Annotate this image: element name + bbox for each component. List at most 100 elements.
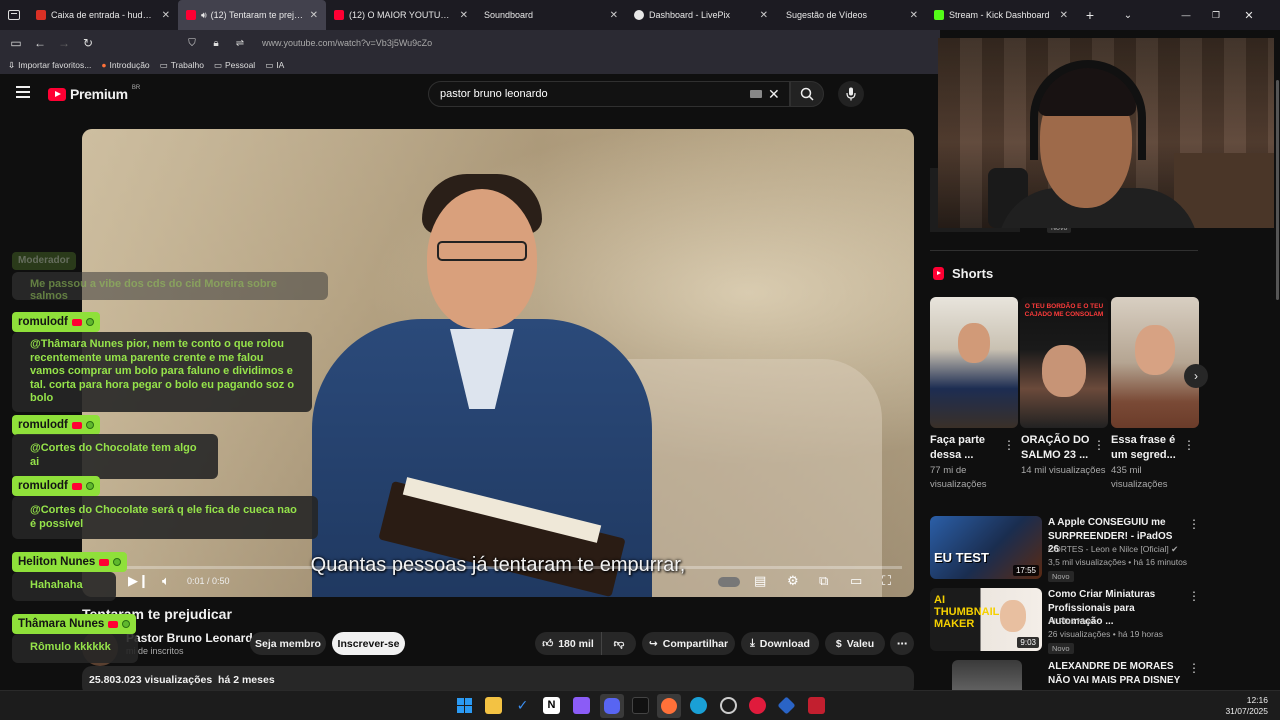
next-icon[interactable]: ▶︎❙	[128, 573, 149, 589]
browser-tab[interactable]: Dashboard - LivePix ✕	[626, 0, 776, 30]
video-meta: 26 visualizações • há 19 horas	[1048, 629, 1163, 639]
close-tab-icon[interactable]: ✕	[162, 10, 170, 21]
edge-icon[interactable]	[690, 697, 707, 714]
short-thumbnail[interactable]: O TEU BORDÃO E O TEU CAJADO ME CONSOLAM	[1020, 297, 1108, 428]
video-thumbnail[interactable]	[952, 660, 1022, 690]
short-thumbnail[interactable]	[1111, 297, 1199, 428]
join-button[interactable]: Seja membro	[250, 632, 326, 655]
close-tab-icon[interactable]: ✕	[610, 10, 618, 21]
keyboard-icon[interactable]	[750, 90, 762, 98]
menu-icon[interactable]	[16, 86, 30, 98]
close-tab-icon[interactable]: ✕	[460, 10, 468, 21]
opera-icon[interactable]	[749, 697, 766, 714]
fullscreen-icon[interactable]: ⛶	[882, 573, 891, 589]
obsidian-icon[interactable]	[573, 697, 590, 714]
sidebar-toggle-icon[interactable]: ▭	[4, 36, 28, 50]
window-close-button[interactable]: ✕	[1232, 0, 1266, 30]
bookmark-intro[interactable]: ● Introdução	[101, 60, 149, 70]
app-icon[interactable]	[777, 696, 796, 715]
share-button[interactable]: ↪ Compartilhar	[642, 632, 735, 655]
dislike-button[interactable]: 👎︎	[601, 632, 636, 655]
minimize-button[interactable]: —	[1172, 0, 1200, 30]
download-button[interactable]: ⤓ Download	[741, 632, 819, 655]
close-tab-icon[interactable]: ✕	[760, 10, 768, 21]
search-input[interactable]: pastor bruno leonardo	[428, 81, 790, 107]
captions-icon[interactable]: ▤	[754, 573, 766, 589]
maximize-button[interactable]: ❐	[1200, 0, 1232, 30]
firefox-taskbar-button[interactable]	[657, 694, 681, 718]
shorts-next-button[interactable]: ›	[1184, 364, 1208, 388]
short-title[interactable]: Faça parte dessa ...	[930, 433, 1004, 463]
notion-icon[interactable]: N	[543, 697, 560, 714]
discord-taskbar-button[interactable]	[600, 694, 624, 718]
more-vertical-icon[interactable]: ⋮	[1183, 438, 1195, 452]
youtube-badge-icon	[108, 620, 119, 628]
short-title[interactable]: Essa frase é um segred...	[1111, 433, 1185, 463]
page-scrollbar[interactable]	[1276, 80, 1279, 300]
recommended-video[interactable]: ALEXANDRE DE MORAES NÃO VAI MAIS PRA DIS…	[930, 660, 1198, 690]
settings-gear-icon[interactable]: ⚙︎	[787, 573, 799, 589]
volume-icon[interactable]: 🔈︎	[162, 573, 170, 589]
tab-overflow-button[interactable]: ⌄	[1104, 0, 1152, 30]
recommended-video[interactable]: EU TEST 17:55 A Apple CONSEGUIU me SURPR…	[930, 516, 1200, 584]
short-thumbnail[interactable]	[930, 297, 1018, 428]
shield-icon[interactable]: ⛉	[180, 38, 204, 49]
reload-icon[interactable]: ↻	[76, 36, 100, 50]
voice-search-button[interactable]	[838, 81, 864, 107]
video-thumbnail[interactable]: AI THUMBNAIL MAKER 9:03	[930, 588, 1042, 651]
more-vertical-icon[interactable]: ⋮	[1003, 438, 1015, 452]
url-field[interactable]: www.youtube.com/watch?v=Vb3j5Wu9cZo	[262, 38, 432, 48]
calendar-icon[interactable]	[808, 697, 825, 714]
subscribe-button[interactable]: Inscrever-se	[332, 632, 405, 655]
short-face	[958, 323, 990, 363]
search-button[interactable]	[790, 81, 824, 107]
browser-tab[interactable]: Soundboard ✕	[476, 0, 626, 30]
autoplay-toggle[interactable]	[718, 577, 740, 587]
file-explorer-icon[interactable]	[485, 697, 502, 714]
browser-tab[interactable]: Sugestão de Vídeos ✕	[776, 0, 926, 30]
youtube-icon	[186, 10, 196, 20]
browser-tab[interactable]: Stream - Kick Dashboard ✕	[926, 0, 1076, 30]
clock-date: 31/07/2025	[1225, 706, 1268, 716]
recommended-video[interactable]: AI THUMBNAIL MAKER 9:03 Como Criar Minia…	[930, 588, 1200, 656]
miniplayer-icon[interactable]: ⧉	[819, 573, 828, 589]
more-vertical-icon[interactable]: ⋮	[1093, 438, 1105, 452]
close-tab-icon[interactable]: ✕	[1060, 10, 1068, 21]
bookmark-folder-work[interactable]: ▭ Trabalho	[160, 60, 204, 71]
forward-arrow-icon[interactable]: →	[52, 36, 76, 50]
more-vertical-icon[interactable]: ⋮	[1188, 589, 1200, 603]
browser-tab-active[interactable]: 🔊︎ (12) Tentaram te prejudicar ✕	[178, 0, 326, 30]
browser-tab[interactable]: Caixa de entrada - hudsonfabio ✕	[28, 0, 178, 30]
youtube-logo[interactable]: Premium BR	[48, 85, 140, 102]
more-vertical-icon[interactable]: ⋮	[1188, 661, 1198, 675]
channel-name[interactable]: AI Plus More	[1048, 616, 1097, 626]
browser-tab[interactable]: (12) O MAIOR YOUTUBER DO P ✕	[326, 0, 476, 30]
system-clock[interactable]: 12:16 31/07/2025	[1225, 695, 1268, 717]
short-title[interactable]: ORAÇÃO DO SALMO 23 ...	[1021, 433, 1095, 463]
todo-icon[interactable]: ✓	[514, 697, 531, 714]
bookmark-folder-ai[interactable]: ▭ IA	[265, 60, 284, 71]
obs-icon[interactable]	[720, 697, 737, 714]
more-vertical-icon[interactable]: ⋮	[1188, 517, 1200, 531]
more-actions-button[interactable]: ⋯	[890, 632, 914, 655]
tab-list-button[interactable]	[0, 0, 28, 30]
terminal-icon[interactable]	[632, 697, 649, 714]
bookmark-import[interactable]: ⇩ Importar favoritos...	[8, 60, 91, 71]
lock-icon[interactable]: 🔒︎	[204, 38, 228, 49]
speaker-icon[interactable]: 🔊︎	[201, 10, 207, 21]
close-tab-icon[interactable]: ✕	[310, 10, 318, 21]
clear-search-icon[interactable]: ✕	[768, 86, 780, 103]
windows-start-icon[interactable]	[456, 697, 473, 714]
theater-mode-icon[interactable]: ▭	[850, 573, 862, 589]
back-arrow-icon[interactable]: ←	[28, 36, 52, 50]
close-tab-icon[interactable]: ✕	[910, 10, 918, 21]
channel-name[interactable]: Pastor Bruno Leonardo	[126, 631, 260, 645]
video-thumbnail[interactable]: EU TEST 17:55	[930, 516, 1042, 579]
new-tab-button[interactable]: +	[1076, 0, 1104, 30]
bookmark-folder-personal[interactable]: ▭ Pessoal	[214, 60, 255, 71]
video-title[interactable]: ALEXANDRE DE MORAES NÃO VAI MAIS PRA DIS…	[1048, 660, 1186, 687]
channel-name[interactable]: CORTES - Leon e Nilce [Oficial] ✔	[1048, 544, 1178, 555]
thanks-button[interactable]: $ Valeu	[825, 632, 885, 655]
permissions-icon[interactable]: ⇌	[228, 38, 252, 49]
like-button[interactable]: 👍︎ 180 mil	[535, 632, 601, 655]
